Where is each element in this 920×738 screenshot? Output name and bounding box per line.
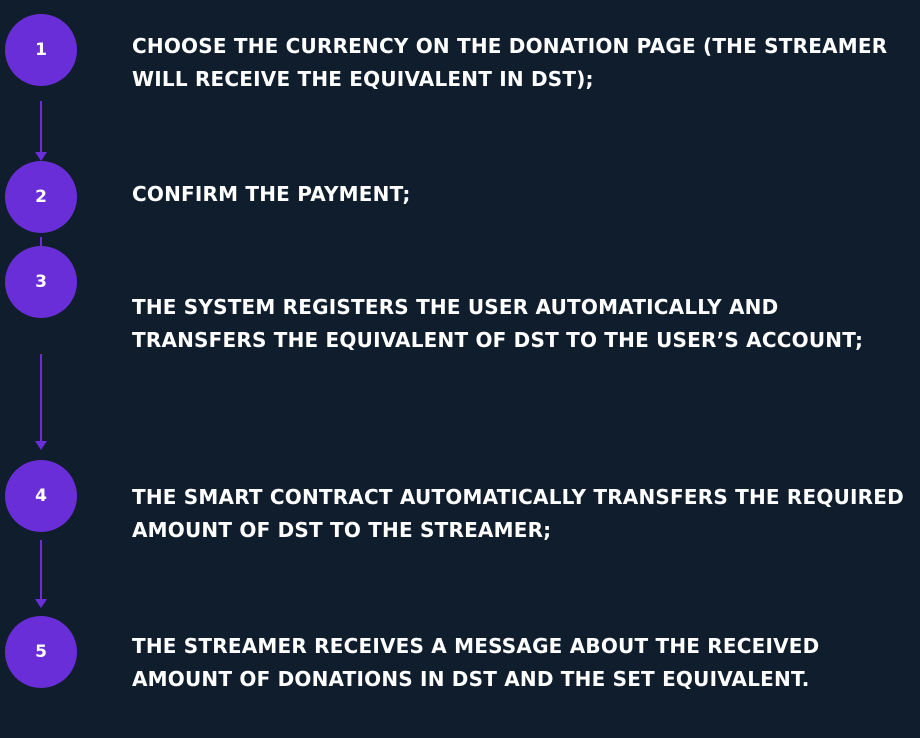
step-5-text: THE STREAMER RECEIVES A MESSAGE ABOUT TH… — [132, 634, 820, 691]
step-3-number-badge: 3 — [5, 246, 77, 318]
process-flow-diagram: 1 CHOOSE THE CURRENCY ON THE DONATION PA… — [0, 0, 920, 738]
step-4-number-badge: 4 — [5, 460, 77, 532]
step-2-text: CONFIRM THE PAYMENT; — [132, 182, 411, 206]
step-1-number-badge: 1 — [5, 14, 77, 86]
step-2-number-badge: 2 — [5, 161, 77, 233]
arrow-4-to-5 — [35, 540, 47, 608]
arrow-1-to-2 — [35, 101, 47, 161]
step-4-text: THE SMART CONTRACT AUTOMATICALLY TRANSFE… — [132, 485, 904, 542]
step-1-text: CHOOSE THE CURRENCY ON THE DONATION PAGE… — [132, 34, 888, 91]
arrow-3-to-4 — [35, 354, 47, 450]
connector-arrows — [35, 101, 47, 608]
step-3-text: THE SYSTEM REGISTERS THE USER AUTOMATICA… — [132, 295, 864, 352]
step-5-number-badge: 5 — [5, 616, 77, 688]
